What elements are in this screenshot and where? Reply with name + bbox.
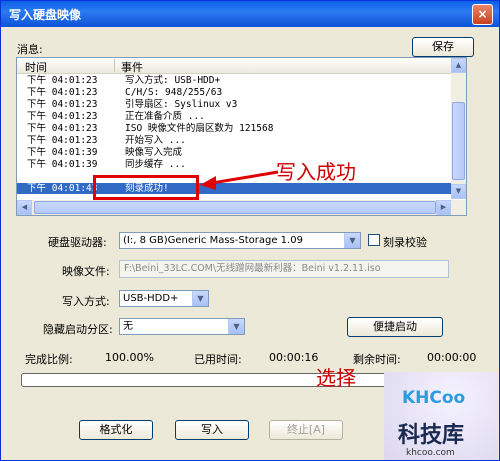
table-row[interactable]: 下午 04:01:23 正在准备介质 ... — [17, 111, 451, 122]
row-time: 下午 04:01:23 — [27, 135, 98, 146]
image-label: 映像文件: — [62, 265, 110, 278]
horizontal-scrollbar[interactable]: ◀ ▶ — [17, 200, 466, 215]
progress-label: 完成比例: — [25, 353, 73, 366]
remaining-label: 剩余时间: — [353, 353, 401, 366]
drive-value: (I:, 8 GB)Generic Mass-Storage 1.09 — [123, 235, 303, 246]
scroll-right-icon[interactable]: ▶ — [436, 200, 451, 215]
drive-select[interactable]: (I:, 8 GB)Generic Mass-Storage 1.09 ▼ — [119, 232, 361, 249]
method-select[interactable]: USB-HDD+ ▼ — [119, 290, 209, 307]
table-row[interactable]: 下午 04:01:39 映像写入完成 — [17, 147, 451, 158]
close-button[interactable]: × — [472, 4, 493, 25]
watermark-logo: KHCoo 科技库 khcoo.com — [384, 372, 498, 460]
row-time: 下午 04:01:39 — [27, 147, 98, 158]
row-time: 下午 04:01:23 — [27, 75, 98, 86]
message-list[interactable]: 时间 事件 下午 04:01:23 写入方式: USB-HDD+ 下午 04:01:… — [16, 57, 467, 216]
scroll-up-icon[interactable]: ▲ — [451, 58, 466, 73]
row-time: 下午 04:01:23 — [27, 99, 98, 110]
progress-value: 100.00% — [105, 351, 154, 364]
success-highlight-box — [93, 175, 199, 200]
hide-partition-select[interactable]: 无 ▼ — [119, 318, 245, 335]
close-icon: × — [477, 7, 488, 21]
format-button[interactable]: 格式化 — [79, 420, 153, 440]
window-title: 写入硬盘映像 — [9, 8, 82, 22]
chevron-down-icon[interactable]: ▼ — [344, 233, 360, 248]
chevron-down-icon[interactable]: ▼ — [192, 291, 208, 306]
image-path-value: F:\Beini_33LC.COM\无线蹭网最新利器：Beini v1.2.11… — [124, 263, 381, 274]
table-row[interactable]: 下午 04:01:23 写入方式: USB-HDD+ — [17, 75, 451, 86]
hide-partition-value: 无 — [123, 321, 133, 332]
verify-checkbox[interactable] — [368, 234, 380, 246]
elapsed-value: 00:00:16 — [269, 351, 319, 364]
row-event: C/H/S: 948/255/63 — [125, 87, 223, 98]
row-time: 下午 04:01:23 — [27, 87, 98, 98]
remaining-value: 00:00:00 — [427, 351, 477, 364]
title-bar[interactable]: 写入硬盘映像 × — [1, 1, 499, 27]
scroll-thumb[interactable] — [452, 102, 465, 180]
watermark-brand: KHCoo — [402, 388, 466, 408]
method-value: USB-HDD+ — [123, 293, 179, 304]
row-event: 正在准备介质 ... — [125, 111, 205, 122]
watermark-name: 科技库 — [398, 423, 465, 448]
column-header-time[interactable]: 时间 — [25, 59, 47, 75]
list-header: 时间 事件 — [17, 58, 451, 74]
row-event: 开始写入 ... — [125, 135, 186, 146]
row-time: 下午 04:01:23 — [27, 111, 98, 122]
row-time: 下午 04:01:23 — [27, 123, 98, 134]
row-event: 同步缓存 ... — [125, 159, 186, 170]
hscroll-thumb[interactable] — [34, 201, 436, 214]
row-time: 下午 04:01:39 — [27, 159, 98, 170]
chevron-down-icon[interactable]: ▼ — [228, 319, 244, 334]
table-row[interactable]: 下午 04:01:23 C/H/S: 948/255/63 — [17, 87, 451, 98]
success-annotation: 写入成功 — [276, 160, 356, 184]
drive-label: 硬盘驱动器: — [48, 236, 107, 249]
choose-annotation: 选择 — [316, 366, 356, 390]
watermark-url: khcoo.com — [406, 448, 455, 458]
table-row[interactable]: 下午 04:01:23 开始写入 ... — [17, 135, 451, 146]
table-row[interactable]: 下午 04:01:23 ISO 映像文件的扇区数为 121568 — [17, 123, 451, 134]
verify-label: 刻录校验 — [383, 236, 427, 249]
table-row[interactable]: 下午 04:01:23 引导扇区: Syslinux v3 — [17, 99, 451, 110]
row-time: 下午 04:01:43 — [27, 183, 98, 194]
scroll-down-icon[interactable]: ▼ — [451, 184, 466, 199]
save-button[interactable]: 保存 — [412, 37, 474, 57]
arrow-annotation-icon — [200, 170, 279, 190]
vertical-scrollbar[interactable]: ▲ ▼ — [451, 58, 466, 199]
messages-label: 消息: — [17, 43, 43, 56]
column-header-event[interactable]: 事件 — [121, 59, 143, 75]
scroll-left-icon[interactable]: ◀ — [17, 200, 32, 215]
write-button[interactable]: 写入 — [175, 420, 249, 440]
row-event: 引导扇区: Syslinux v3 — [125, 99, 238, 110]
method-label: 写入方式: — [62, 295, 110, 308]
row-event: 写入方式: USB-HDD+ — [125, 75, 221, 86]
elapsed-label: 已用时间: — [194, 353, 242, 366]
stop-button[interactable]: 终止[A] — [269, 420, 343, 440]
quick-boot-button[interactable]: 便捷启动 — [347, 317, 443, 337]
hide-partition-label: 隐藏启动分区: — [43, 323, 113, 336]
row-event: ISO 映像文件的扇区数为 121568 — [125, 123, 274, 134]
row-event: 映像写入完成 — [125, 147, 183, 158]
image-path-field[interactable]: F:\Beini_33LC.COM\无线蹭网最新利器：Beini v1.2.11… — [119, 260, 449, 278]
